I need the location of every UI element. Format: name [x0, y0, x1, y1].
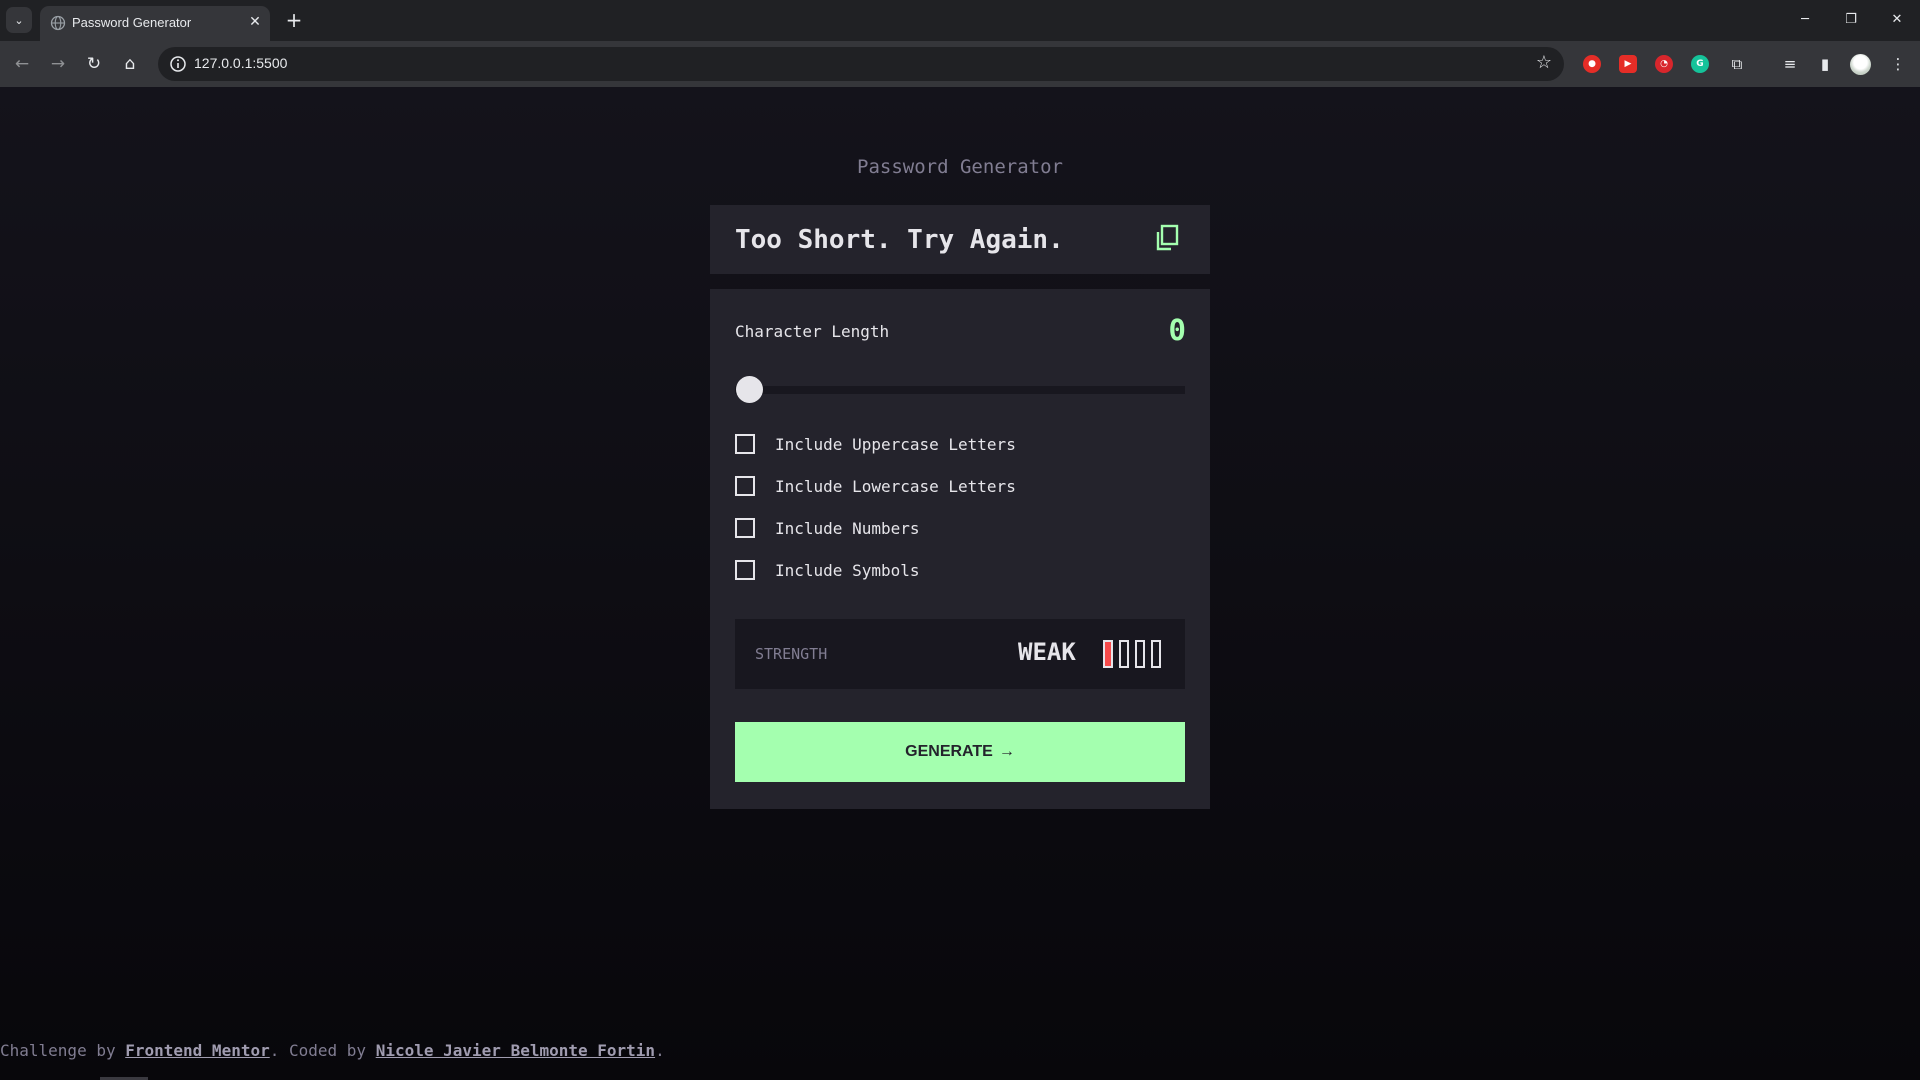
frontend-mentor-link[interactable]: Frontend Mentor — [125, 1041, 270, 1060]
address-bar[interactable]: 127.0.0.1:5500 ☆ — [158, 47, 1564, 81]
character-length-value: 0 — [1168, 313, 1186, 347]
length-slider-track[interactable] — [735, 386, 1185, 394]
strength-bar — [1119, 640, 1129, 668]
strength-bar — [1103, 640, 1113, 668]
strength-value: WEAK — [1018, 638, 1076, 666]
media-icon[interactable]: ≡ — [1778, 52, 1802, 76]
attribution-middle: . Coded by — [269, 1041, 376, 1060]
back-icon[interactable]: ← — [9, 51, 35, 77]
page-title: Password Generator — [857, 156, 1063, 178]
profile-avatar[interactable] — [1850, 54, 1871, 75]
lowercase-checkbox[interactable] — [735, 476, 755, 496]
grammarly-icon[interactable]: G — [1691, 55, 1709, 73]
generate-button[interactable]: GENERATE → — [735, 722, 1185, 782]
attribution: Challenge by Frontend Mentor. Coded by N… — [0, 1041, 665, 1060]
option-symbols[interactable]: Include Symbols — [735, 559, 1185, 583]
option-numbers[interactable]: Include Numbers — [735, 517, 1185, 541]
side-panel-icon[interactable]: ▮ — [1813, 52, 1837, 76]
option-label: Include Lowercase Letters — [775, 477, 1016, 496]
plus-icon[interactable]: + — [282, 8, 306, 32]
tab-title: Password Generator — [72, 15, 192, 30]
youtube-extension-icon[interactable]: ▶ — [1619, 55, 1637, 73]
character-length-label: Character Length — [735, 322, 890, 341]
globe-icon — [50, 15, 66, 31]
browser-toolbar: ← → ↻ ⌂ 127.0.0.1:5500 ☆ ● ▶ ◔ G ⧉ ≡ ▮ ⋮ — [0, 41, 1920, 87]
menu-icon[interactable]: ⋮ — [1886, 52, 1910, 76]
arrow-right-icon: → — [998, 743, 1015, 760]
attribution-prefix: Challenge by — [0, 1041, 126, 1060]
strength-meter: STRENGTH WEAK — [735, 619, 1185, 689]
extension-1-icon[interactable]: ● — [1583, 55, 1601, 73]
generate-label: GENERATE — [905, 743, 993, 760]
forward-icon[interactable]: → — [45, 51, 71, 77]
url-text[interactable]: 127.0.0.1:5500 — [194, 55, 287, 71]
site-info-icon[interactable] — [168, 54, 188, 74]
home-icon[interactable]: ⌂ — [117, 51, 143, 77]
password-text: Too Short. Try Again. — [735, 225, 1064, 255]
option-lowercase[interactable]: Include Lowercase Letters — [735, 475, 1185, 499]
browser-tab-strip: ⌄ Password Generator ✕ + ─ ❐ ✕ — [0, 0, 1920, 41]
strength-bar — [1135, 640, 1145, 668]
close-icon[interactable]: ✕ — [245, 12, 265, 32]
uppercase-checkbox[interactable] — [735, 434, 755, 454]
tab-password-generator[interactable]: Password Generator ✕ — [40, 6, 270, 41]
attribution-suffix: . — [655, 1041, 665, 1060]
author-link[interactable]: Nicole Javier Belmonte Fortin — [376, 1041, 655, 1060]
extension-3-icon[interactable]: ◔ — [1655, 55, 1673, 73]
tab-list-icon[interactable]: ⌄ — [6, 7, 32, 33]
close-window-icon[interactable]: ✕ — [1882, 8, 1912, 32]
numbers-checkbox[interactable] — [735, 518, 755, 538]
extensions-icon[interactable]: ⧉ — [1725, 52, 1749, 76]
generator-panel: Character Length 0 Include Uppercase Let… — [710, 289, 1210, 809]
restore-icon[interactable]: ❐ — [1836, 8, 1866, 32]
password-display: Too Short. Try Again. — [710, 205, 1210, 274]
option-label: Include Uppercase Letters — [775, 435, 1016, 454]
copy-icon[interactable] — [1154, 224, 1180, 252]
option-uppercase[interactable]: Include Uppercase Letters — [735, 433, 1185, 457]
length-slider-thumb[interactable] — [736, 376, 763, 403]
strength-bar — [1151, 640, 1161, 668]
option-label: Include Numbers — [775, 519, 920, 538]
symbols-checkbox[interactable] — [735, 560, 755, 580]
reload-icon[interactable]: ↻ — [81, 51, 107, 77]
minimize-icon[interactable]: ─ — [1790, 8, 1820, 32]
star-icon[interactable]: ☆ — [1536, 52, 1552, 73]
strength-label: STRENGTH — [755, 645, 828, 663]
option-label: Include Symbols — [775, 561, 920, 580]
page-content: Password Generator Too Short. Try Again.… — [0, 87, 1920, 1080]
